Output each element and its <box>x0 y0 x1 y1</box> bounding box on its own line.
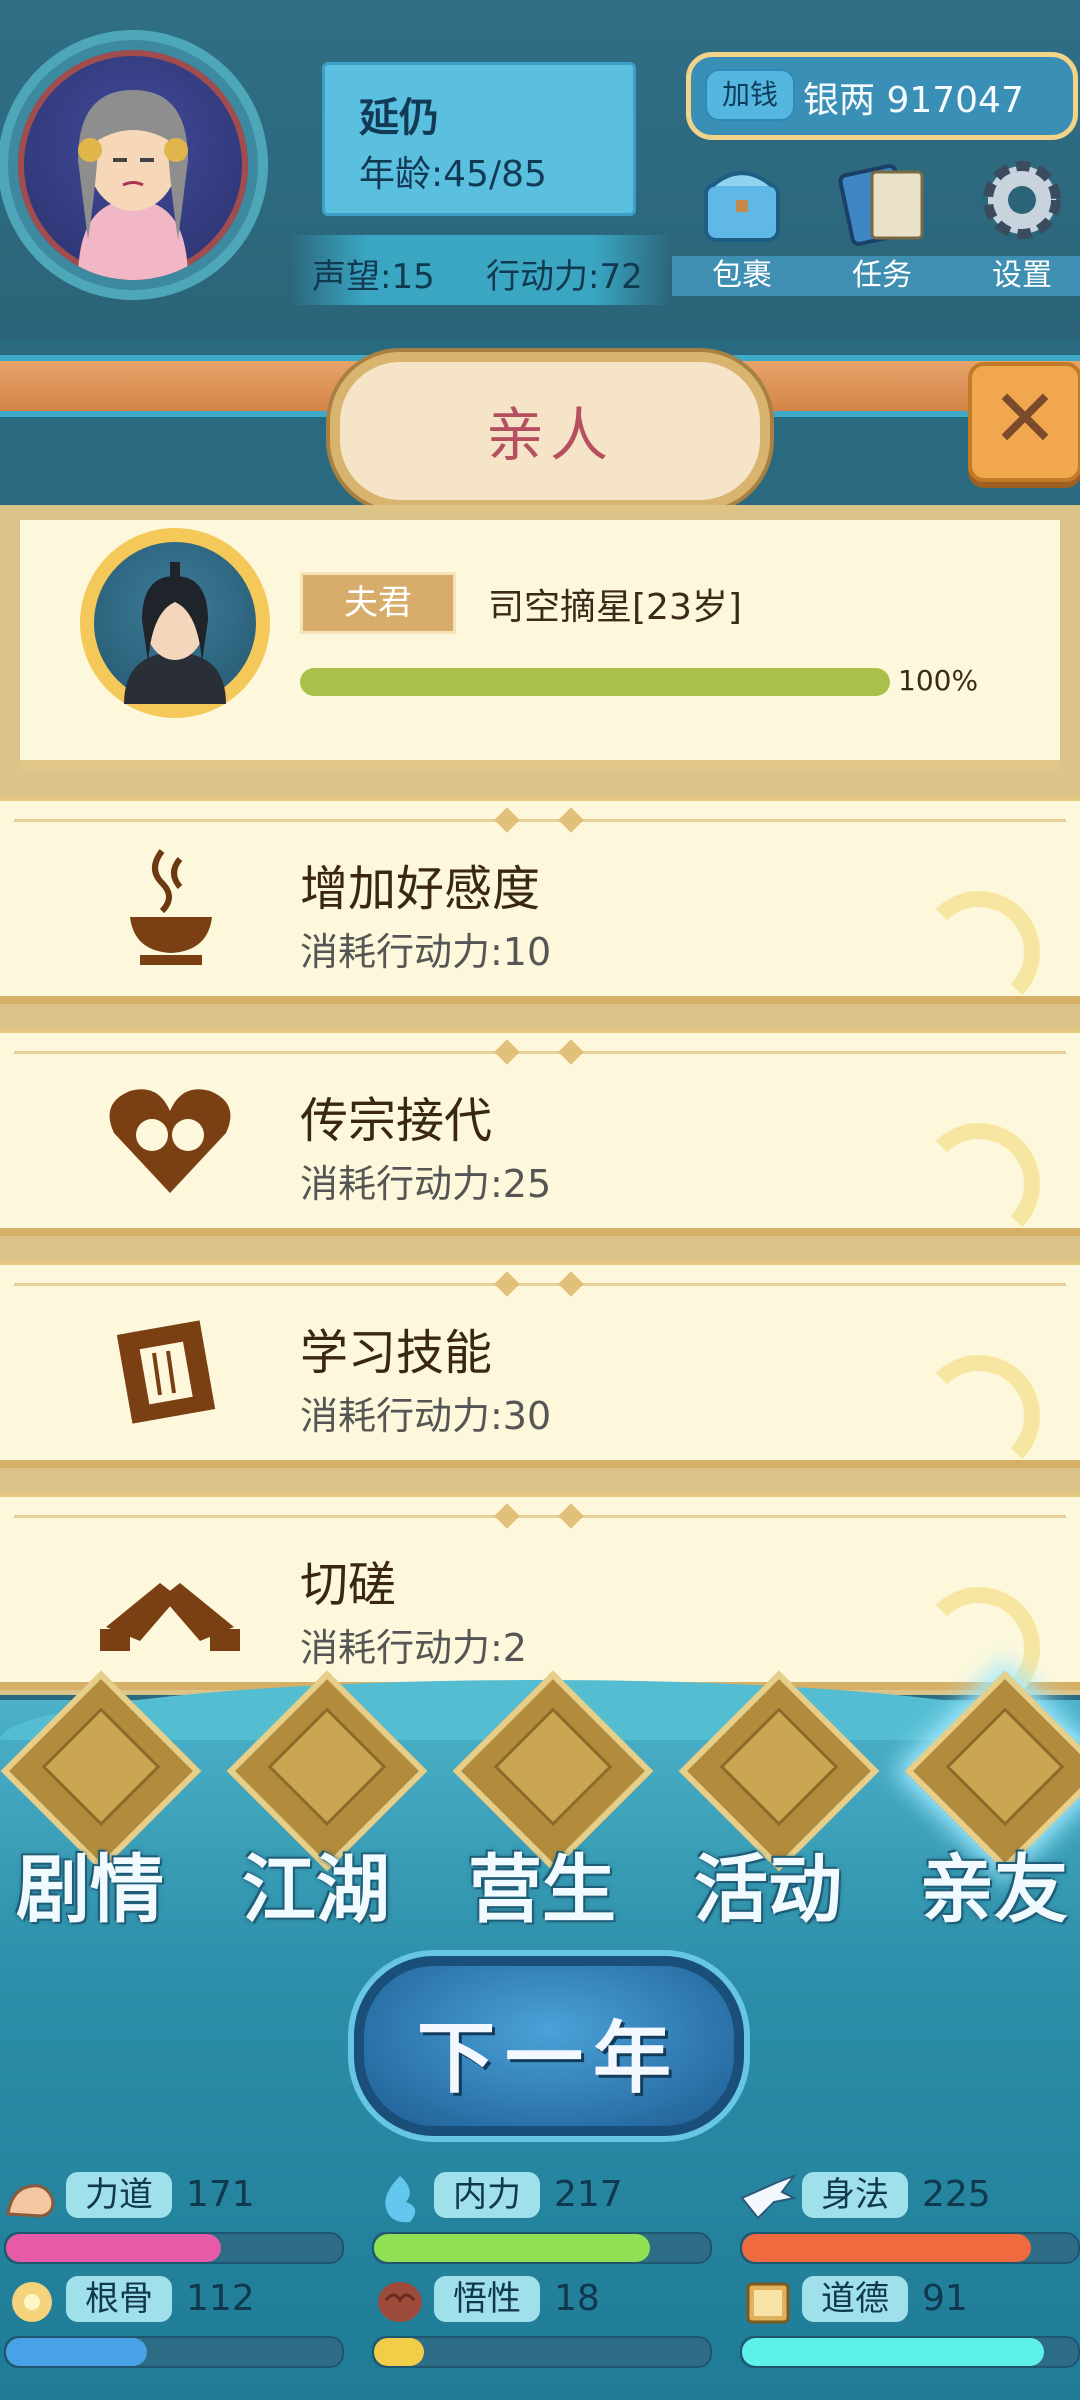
attr-name: 道德 <box>802 2276 908 2322</box>
panel-title: 亲人 <box>485 401 614 469</box>
attr-name: 力道 <box>66 2172 172 2218</box>
handshake-icon <box>100 1583 240 1651</box>
currency-panel: 加钱 银两 917047 <box>686 52 1078 140</box>
attr-name: 内力 <box>434 2172 540 2218</box>
book-icon <box>746 2282 790 2324</box>
affection-progress-fill <box>300 668 890 696</box>
tea-bowl-icon <box>130 849 212 965</box>
action-cost: 消耗行动力:25 <box>300 1162 552 1206</box>
swallow-icon <box>740 2173 798 2220</box>
affection-progress-bar <box>300 668 890 696</box>
scroll-icon <box>116 1320 216 1424</box>
action-title: 增加好感度 <box>300 861 541 917</box>
attr-strength: 力道 171 <box>0 2168 344 2268</box>
attr-fill <box>742 2338 1045 2366</box>
player-avatar[interactable] <box>18 50 248 280</box>
action-cost: 消耗行动力:10 <box>300 930 552 974</box>
reputation-text: 声望:15 <box>312 257 435 297</box>
action-card-offspring[interactable]: 传宗接代 消耗行动力:25 <box>0 1029 1080 1245</box>
action-card-learn-skill[interactable]: 学习技能 消耗行动力:30 <box>0 1261 1080 1477</box>
nav-story-label: 剧情 <box>16 1847 164 1933</box>
action-points-text: 行动力:72 <box>486 257 643 297</box>
spouse-name: 司空摘星[23岁] <box>488 587 742 628</box>
nav-jianghu[interactable]: 江湖 <box>226 1670 428 1933</box>
attr-value: 171 <box>186 2174 255 2215</box>
nav-story[interactable]: 剧情 <box>0 1670 202 1933</box>
quest-book-icon <box>838 164 924 246</box>
toolbar-settings-button[interactable]: 设置 <box>952 150 1080 300</box>
action-card-affection[interactable]: 增加好感度 消耗行动力:10 <box>0 797 1080 1013</box>
toolbar-quest-button[interactable]: 任务 <box>812 150 952 300</box>
nav-activity-label: 活动 <box>694 1847 842 1933</box>
attr-fill <box>374 2234 650 2262</box>
bag-icon <box>704 171 780 242</box>
next-year-label: 下一年 <box>416 2014 681 2104</box>
attr-comprehension: 悟性 18 <box>368 2272 712 2372</box>
spouse-relation-tag: 夫君 <box>300 572 456 634</box>
nav-family-label: 亲友 <box>920 1847 1068 1933</box>
attr-value: 217 <box>554 2174 623 2215</box>
nav-family[interactable]: 亲友 <box>904 1670 1080 1933</box>
action-cost: 消耗行动力:30 <box>300 1394 552 1438</box>
energy-icon <box>385 2176 416 2223</box>
attr-name: 悟性 <box>434 2276 540 2322</box>
attr-value: 18 <box>554 2278 600 2319</box>
close-button[interactable]: ✕ <box>968 362 1080 482</box>
toolbar-bag-button[interactable]: 包裹 <box>672 150 812 300</box>
panel-title-banner: 亲人 <box>330 352 770 510</box>
attr-value: 91 <box>922 2278 968 2319</box>
close-icon: ✕ <box>991 372 1059 465</box>
attr-value: 225 <box>922 2174 991 2215</box>
attr-fill <box>374 2338 425 2366</box>
attr-morality: 道德 91 <box>736 2272 1080 2372</box>
action-cost: 消耗行动力:2 <box>300 1626 527 1670</box>
attr-fill <box>6 2234 222 2262</box>
spouse-avatar[interactable] <box>80 528 270 718</box>
attr-agility: 身法 225 <box>736 2168 1080 2268</box>
attr-inner-power: 内力 217 <box>368 2168 712 2268</box>
player-info-box: 延仍 年龄:45/85 <box>322 62 636 216</box>
bone-icon <box>12 2282 52 2322</box>
toolbar-quest-label: 任务 <box>812 256 952 296</box>
attr-constitution: 根骨 112 <box>0 2272 344 2372</box>
arm-icon <box>6 2184 55 2218</box>
add-money-button[interactable]: 加钱 <box>705 69 795 121</box>
silver-amount: 银两 917047 <box>803 80 1024 121</box>
player-age: 年龄:45/85 <box>359 154 547 195</box>
action-title: 切磋 <box>300 1557 397 1613</box>
attr-fill <box>6 2338 148 2366</box>
nav-livelihood[interactable]: 营生 <box>452 1670 654 1933</box>
action-title: 传宗接代 <box>300 1093 493 1149</box>
player-stats-bar: 声望:15 行动力:72 <box>290 235 670 305</box>
action-card-spar[interactable]: 切磋 消耗行动力:2 <box>0 1493 1080 1709</box>
nav-activity[interactable]: 活动 <box>678 1670 880 1933</box>
attr-name: 身法 <box>802 2172 908 2218</box>
toolbar-settings-label: 设置 <box>952 256 1080 296</box>
player-name: 延仍 <box>359 95 439 141</box>
attr-value: 112 <box>186 2278 255 2319</box>
action-title: 学习技能 <box>300 1325 493 1381</box>
next-year-button[interactable]: 下一年 <box>354 1956 744 2136</box>
nav-jianghu-label: 江湖 <box>242 1847 390 1933</box>
affection-percent: 100% <box>898 664 979 697</box>
nav-livelihood-label: 营生 <box>468 1847 616 1933</box>
attr-name: 根骨 <box>66 2276 172 2322</box>
gear-icon <box>983 161 1061 239</box>
toolbar-bag-label: 包裹 <box>672 256 812 296</box>
heart-couple-icon <box>109 1089 231 1193</box>
attr-fill <box>742 2234 1031 2262</box>
brain-icon <box>378 2282 422 2322</box>
